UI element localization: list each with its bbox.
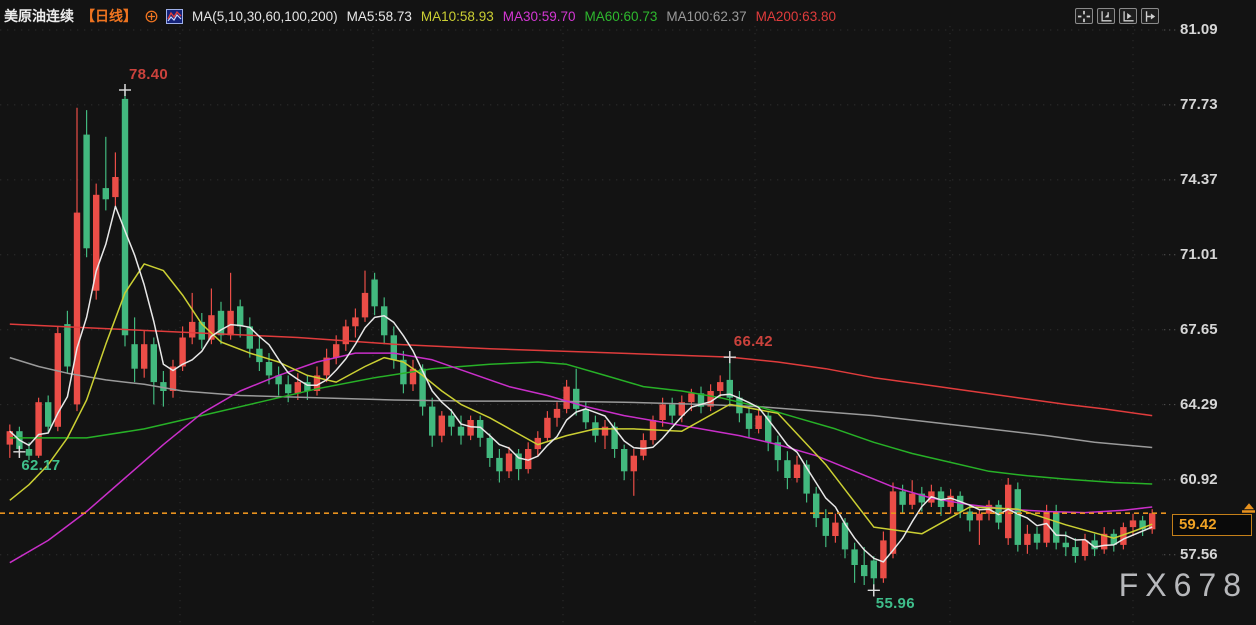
candlestick-chart-canvas[interactable] — [0, 0, 1256, 625]
y-axis-label: 60.92 — [1180, 471, 1250, 488]
ma-params-label: MA(5,10,30,60,100,200) — [192, 9, 338, 24]
watermark: FX678 — [1119, 567, 1248, 604]
period-label: 【日线】 — [81, 6, 137, 26]
y-axis-label: 64.29 — [1180, 396, 1250, 413]
scale-play-button[interactable] — [1119, 8, 1137, 24]
ma30-value: MA30:59.70 — [503, 9, 576, 24]
ma10-value: MA10:58.93 — [421, 9, 494, 24]
ma100-value: MA100:62.37 — [666, 9, 746, 24]
price-annotation: 62.17 — [21, 457, 60, 474]
y-axis-label: 71.01 — [1180, 246, 1250, 263]
price-annotation: 66.42 — [734, 333, 773, 350]
symbol-name: 美原油连续 — [4, 6, 74, 26]
y-axis-label: 57.56 — [1180, 546, 1250, 563]
chart-header: 美原油连续 【日线】 MA(5,10,30,60,100,200) MA5:58… — [0, 0, 1256, 28]
y-axis-label: 67.65 — [1180, 321, 1250, 338]
scale-left-marker-button[interactable] — [1097, 8, 1115, 24]
y-axis-label: 74.37 — [1180, 171, 1250, 188]
chart-type-icon[interactable] — [166, 9, 183, 24]
chart-app-window: 美原油连续 【日线】 MA(5,10,30,60,100,200) MA5:58… — [0, 0, 1256, 625]
current-price-tag: 59.42 — [1172, 514, 1252, 536]
price-annotation: 55.96 — [876, 595, 915, 612]
move-crosshair-button[interactable] — [1075, 8, 1093, 24]
symbol-group: 美原油连续 【日线】 — [4, 6, 183, 26]
ma5-value: MA5:58.73 — [347, 9, 412, 24]
crosshair-circle-icon[interactable] — [144, 9, 159, 24]
pan-right-button[interactable] — [1141, 8, 1159, 24]
chart-toolbar — [1075, 8, 1159, 24]
ma200-value: MA200:63.80 — [756, 9, 836, 24]
y-axis-label: 77.73 — [1180, 96, 1250, 113]
price-annotation: 78.40 — [129, 66, 168, 83]
ma60-value: MA60:60.73 — [585, 9, 658, 24]
